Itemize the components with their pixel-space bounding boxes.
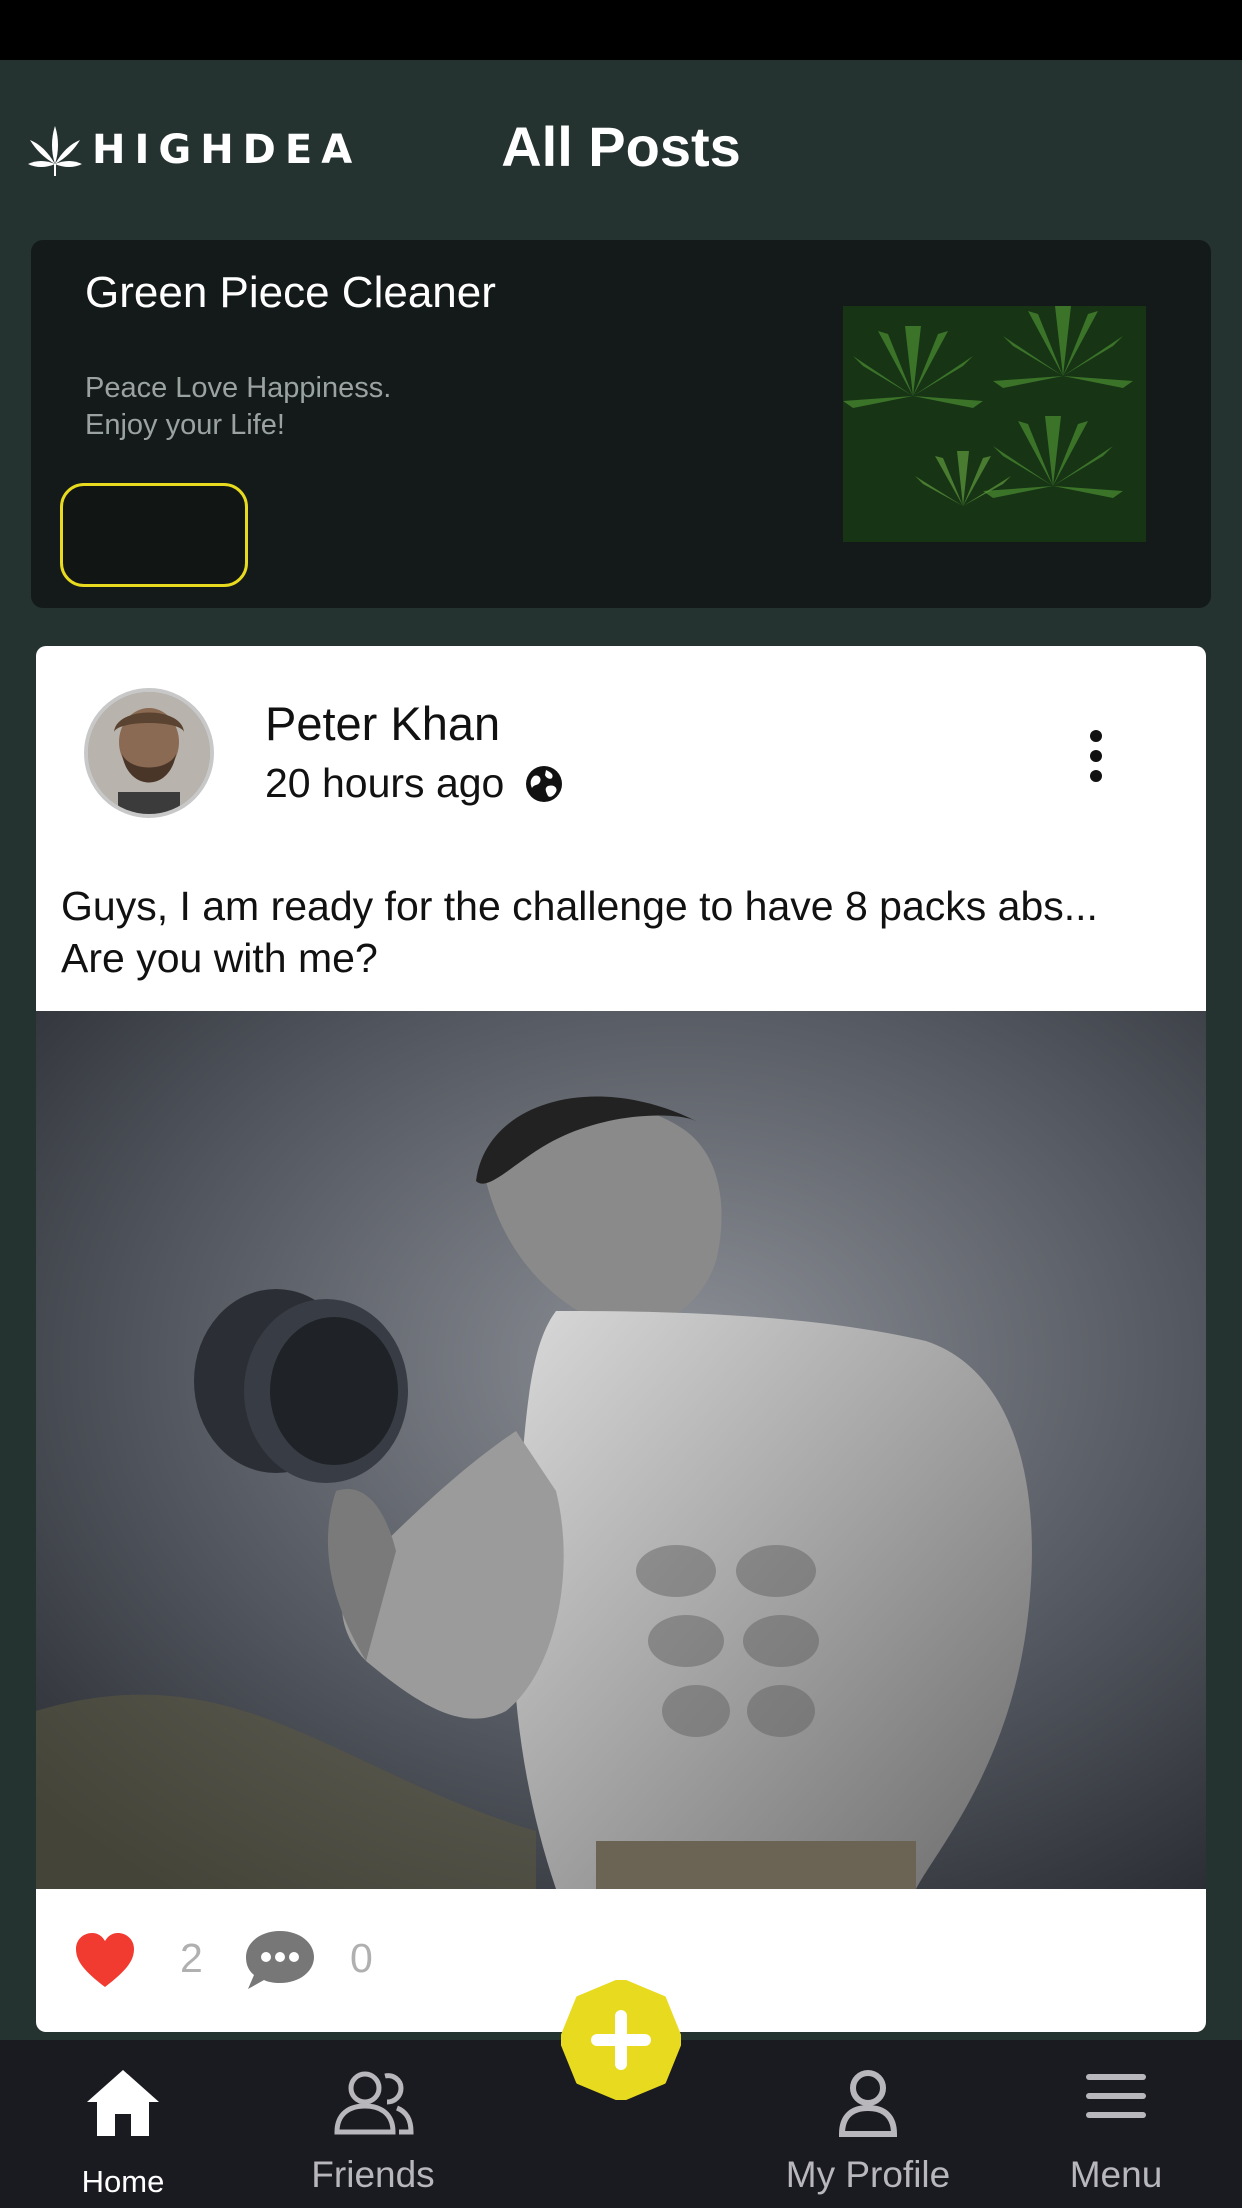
status-bar	[0, 0, 1242, 60]
nav-label-friends: Friends	[311, 2154, 435, 2195]
ad-image-cannabis-leaves[interactable]	[843, 306, 1146, 542]
ad-cta-button[interactable]	[60, 483, 248, 587]
nav-label-home: Home	[81, 2164, 165, 2199]
post-timestamp: 20 hours ago	[265, 760, 564, 807]
ad-banner[interactable]: Green Piece Cleaner Peace Love Happiness…	[31, 240, 1211, 608]
ad-title: Green Piece Cleaner	[85, 268, 496, 317]
post-text-line: Are you with me?	[61, 935, 378, 981]
ad-subtitle: Peace Love Happiness. Enjoy your Life!	[85, 370, 391, 444]
post-time-text: 20 hours ago	[265, 760, 505, 806]
nav-item-menu[interactable]: Menu	[1006, 2040, 1226, 2208]
post-text-line: Guys, I am ready for the challenge to ha…	[61, 883, 1098, 929]
page-title: All Posts	[501, 115, 741, 178]
profile-icon	[838, 2070, 898, 2137]
like-button[interactable]	[74, 1931, 136, 1991]
avatar[interactable]	[84, 688, 214, 818]
ad-subtitle-line: Enjoy your Life!	[85, 409, 285, 441]
more-vertical-icon	[1090, 730, 1102, 782]
post-image[interactable]	[36, 1011, 1206, 1889]
nav-label-my-profile: My Profile	[785, 2154, 951, 2195]
nav-item-my-profile[interactable]: My Profile	[758, 2040, 978, 2208]
more-options-button[interactable]	[1076, 726, 1116, 786]
ad-subtitle-line: Peace Love Happiness.	[85, 372, 392, 404]
post-text: Guys, I am ready for the challenge to ha…	[61, 880, 1191, 984]
like-count: 2	[180, 1935, 203, 1981]
comment-button[interactable]	[242, 1927, 318, 1993]
home-icon	[87, 2070, 159, 2136]
plus-icon	[559, 1978, 683, 2102]
header: HIGHDEA All Posts	[0, 60, 1242, 240]
post-author-name[interactable]: Peter Khan	[265, 696, 500, 751]
comment-bubble-icon	[246, 1931, 314, 1989]
post-card: Peter Khan 20 hours ago Guys, I am ready…	[36, 646, 1206, 2032]
nav-item-home[interactable]: Home	[13, 2040, 233, 2208]
nav-label-menu: Menu	[1069, 2154, 1163, 2195]
nav-item-friends[interactable]: Friends	[263, 2040, 483, 2208]
globe-icon	[526, 765, 563, 802]
add-post-button[interactable]	[559, 1978, 683, 2102]
menu-icon	[1086, 2074, 1146, 2118]
comment-count: 0	[350, 1935, 373, 1981]
heart-icon	[76, 1933, 134, 1987]
friends-icon	[334, 2071, 414, 2135]
